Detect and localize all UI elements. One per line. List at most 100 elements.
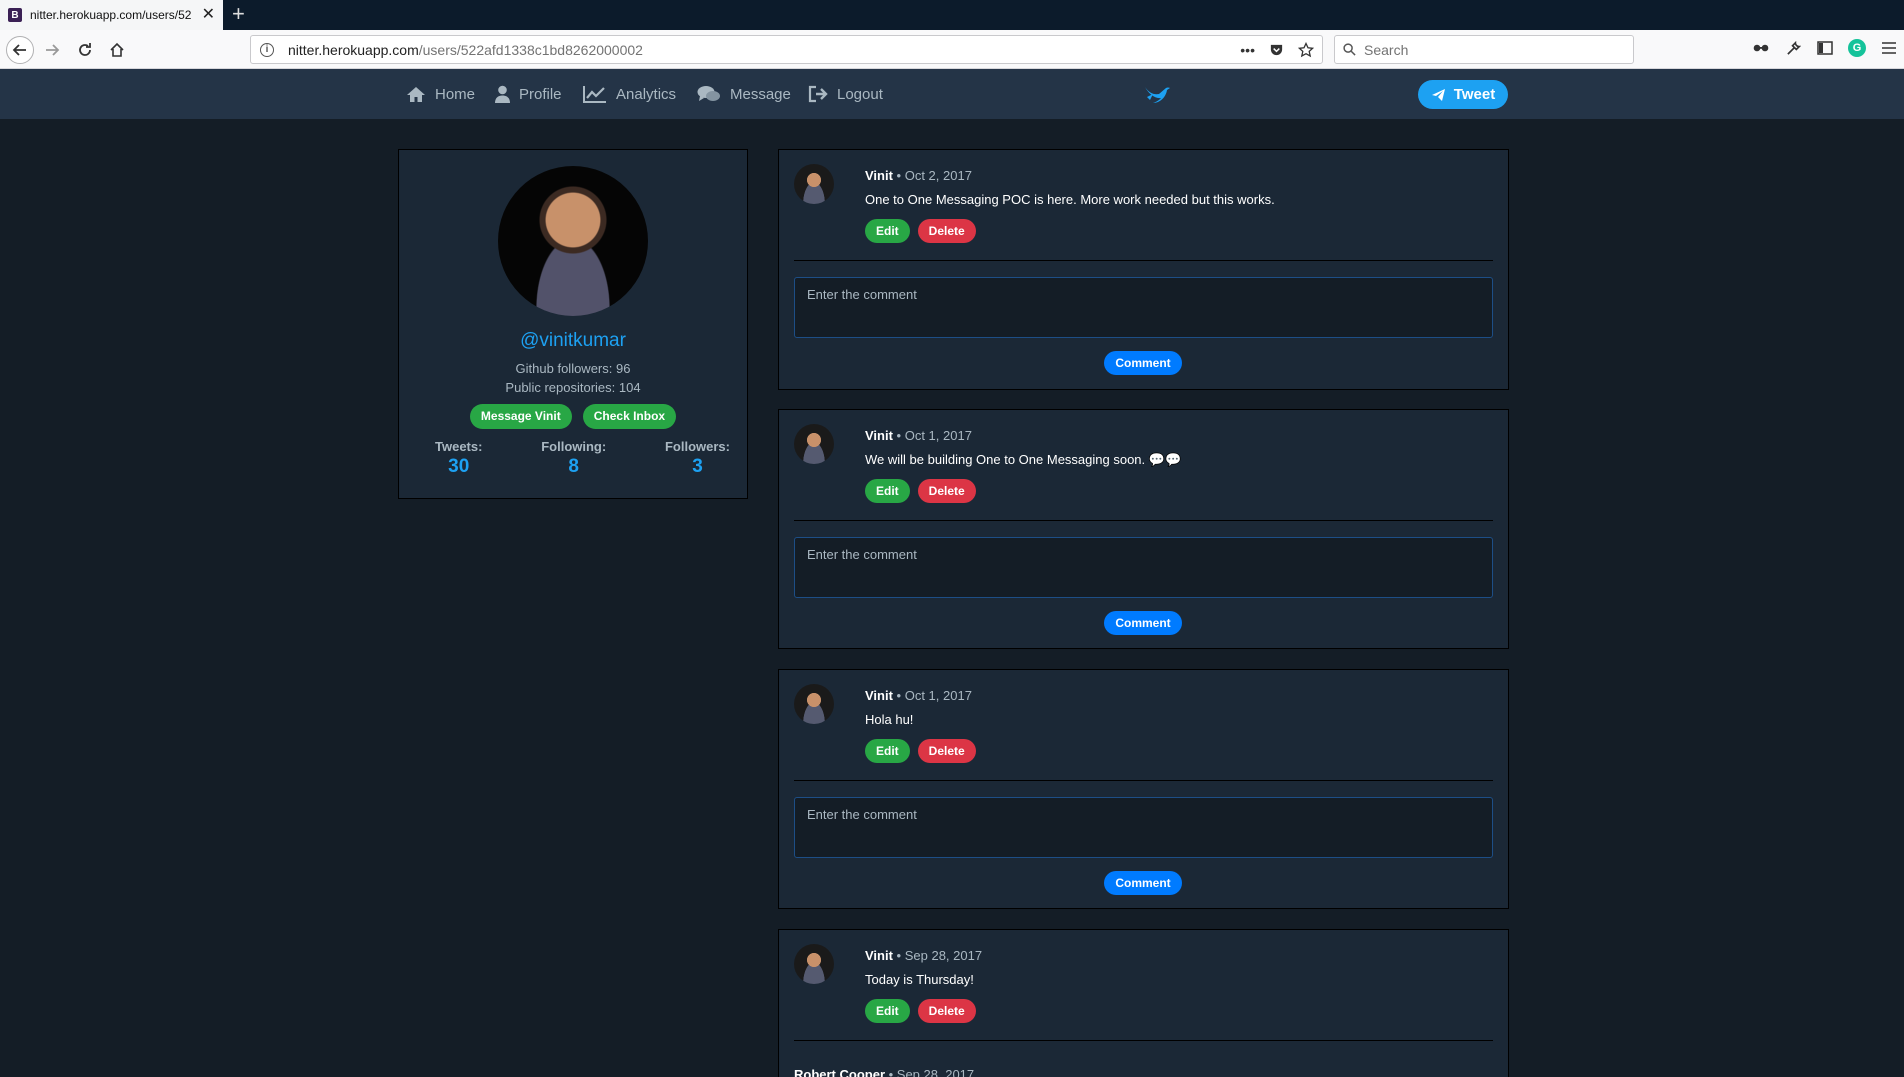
tweet-meta: Vinit • Oct 1, 2017	[865, 428, 972, 443]
comments-icon	[697, 86, 720, 101]
comment-button[interactable]: Comment	[1104, 871, 1182, 895]
tweet-card: Vinit • Oct 1, 2017 We will be building …	[778, 409, 1509, 649]
following-count-value: 8	[568, 456, 579, 477]
nav-profile[interactable]: Profile	[495, 69, 562, 119]
private-mask-icon[interactable]	[1752, 39, 1770, 57]
comment-date: Sep 28, 2017	[896, 1067, 975, 1077]
menu-icon[interactable]	[1880, 39, 1898, 57]
delete-button[interactable]: Delete	[917, 999, 976, 1023]
divider	[794, 520, 1493, 521]
nav-analytics[interactable]: Analytics	[583, 69, 676, 119]
avatar	[794, 424, 834, 464]
tweet-card: Vinit • Oct 2, 2017 One to One Messaging…	[778, 149, 1509, 390]
new-tab-icon[interactable]: +	[232, 2, 245, 26]
tab-close-icon[interactable]: ✕	[202, 7, 215, 23]
browser-tab[interactable]: B nitter.herokuapp.com/users/52 ✕	[0, 0, 223, 30]
url-text: nitter.herokuapp.com/users/522afd1338c1b…	[288, 41, 643, 58]
tweet-author: Vinit	[865, 948, 893, 963]
edit-button[interactable]: Edit	[865, 479, 910, 503]
comment-meta: Robert Cooper • Sep 28, 2017	[794, 1067, 974, 1077]
tweet-button-label: Tweet	[1453, 86, 1496, 103]
nav-home-label: Home	[435, 85, 476, 103]
user-icon	[495, 85, 510, 103]
tweet-date: Oct 2, 2017	[904, 168, 972, 183]
sign-out-icon	[808, 85, 828, 103]
tweet-text: Hola hu!	[865, 712, 914, 727]
message-user-button[interactable]: Message Vinit	[469, 404, 572, 429]
tweet-meta: Vinit • Oct 2, 2017	[865, 168, 972, 183]
tweet-text: Today is Thursday!	[865, 972, 974, 987]
github-followers: Github followers: 96	[515, 361, 631, 376]
comment-input[interactable]: Enter the comment	[794, 537, 1493, 598]
home-browser-icon[interactable]	[103, 36, 131, 64]
comment-input[interactable]: Enter the comment	[794, 797, 1493, 858]
grammarly-icon[interactable]: G	[1848, 39, 1866, 57]
check-inbox-button[interactable]: Check Inbox	[582, 404, 677, 429]
tweets-count[interactable]: Tweets: 30	[435, 439, 482, 478]
delete-button[interactable]: Delete	[917, 739, 976, 763]
sidebar-icon[interactable]	[1816, 39, 1834, 57]
edit-button[interactable]: Edit	[865, 219, 910, 243]
followers-count-value: 3	[692, 456, 703, 477]
tweet-date: Sep 28, 2017	[904, 948, 983, 963]
profile-card: @vinitkumar Github followers: 96 Public …	[398, 149, 748, 499]
nav-analytics-label: Analytics	[616, 85, 677, 103]
tab-favicon-icon: B	[8, 8, 22, 22]
chart-line-icon	[583, 86, 606, 103]
delete-button[interactable]: Delete	[917, 219, 976, 243]
comment-button[interactable]: Comment	[1104, 611, 1182, 635]
tweet-meta: Vinit • Oct 1, 2017	[865, 688, 972, 703]
comment-input[interactable]: Enter the comment	[794, 277, 1493, 338]
tweet-date: Oct 1, 2017	[904, 428, 972, 443]
nav-message-label: Message	[730, 85, 791, 103]
more-actions-icon[interactable]: •••	[1240, 42, 1255, 58]
app-navbar: Home Profile Analytics Message Logout Tw…	[0, 69, 1904, 119]
public-repositories: Public repositories: 104	[505, 380, 641, 395]
tweet-meta: Vinit • Sep 28, 2017	[865, 948, 983, 963]
following-count-label: Following:	[541, 439, 607, 454]
forward-icon[interactable]	[38, 36, 66, 64]
profile-avatar	[498, 166, 648, 316]
nav-message[interactable]: Message	[697, 69, 791, 119]
avatar	[794, 944, 834, 984]
tweet-text: One to One Messaging POC is here. More w…	[865, 192, 1275, 207]
followers-count-label: Followers:	[664, 439, 730, 454]
tweet-button[interactable]: Tweet	[1418, 80, 1508, 109]
back-icon[interactable]	[6, 36, 34, 64]
edit-button[interactable]: Edit	[865, 739, 910, 763]
edit-button[interactable]: Edit	[865, 999, 910, 1023]
tweet-card: Vinit • Oct 1, 2017 Hola hu! Edit Delete…	[778, 669, 1509, 909]
site-info-icon[interactable]: i	[260, 42, 274, 57]
comment-author: Robert Cooper	[794, 1067, 885, 1077]
tweet-date: Oct 1, 2017	[904, 688, 972, 703]
browser-toolbar: i nitter.herokuapp.com/users/522afd1338c…	[0, 30, 1904, 69]
tweets-count-label: Tweets:	[435, 439, 483, 454]
wrench-icon[interactable]	[1784, 39, 1802, 57]
bird-logo-icon[interactable]	[1143, 81, 1171, 105]
nav-profile-label: Profile	[519, 85, 562, 103]
browser-search-input[interactable]: Search	[1334, 35, 1634, 64]
tweet-author: Vinit	[865, 428, 893, 443]
browser-tabbar: B nitter.herokuapp.com/users/52 ✕ +	[0, 0, 1904, 30]
profile-handle[interactable]: @vinitkumar	[399, 330, 747, 352]
divider	[794, 780, 1493, 781]
followers-count[interactable]: Followers: 3	[665, 439, 730, 478]
nav-home[interactable]: Home	[406, 69, 475, 119]
tweet-author: Vinit	[865, 168, 893, 183]
delete-button[interactable]: Delete	[917, 479, 976, 503]
pocket-icon[interactable]	[1269, 42, 1284, 57]
avatar	[794, 164, 834, 204]
following-count[interactable]: Following: 8	[541, 439, 606, 478]
url-bar[interactable]: i nitter.herokuapp.com/users/522afd1338c…	[250, 35, 1323, 64]
browser-search-placeholder: Search	[1364, 41, 1409, 58]
paper-plane-icon	[1431, 88, 1445, 101]
bookmark-star-icon[interactable]	[1298, 41, 1314, 58]
nav-logout[interactable]: Logout	[808, 69, 883, 119]
tweet-card: Vinit • Sep 28, 2017 Today is Thursday! …	[778, 929, 1509, 1077]
comment-button[interactable]: Comment	[1104, 351, 1182, 375]
reload-icon[interactable]	[71, 36, 99, 64]
avatar	[794, 684, 834, 724]
nav-logout-label: Logout	[837, 85, 883, 103]
divider	[794, 260, 1493, 261]
tab-title: nitter.herokuapp.com/users/52	[30, 8, 192, 22]
